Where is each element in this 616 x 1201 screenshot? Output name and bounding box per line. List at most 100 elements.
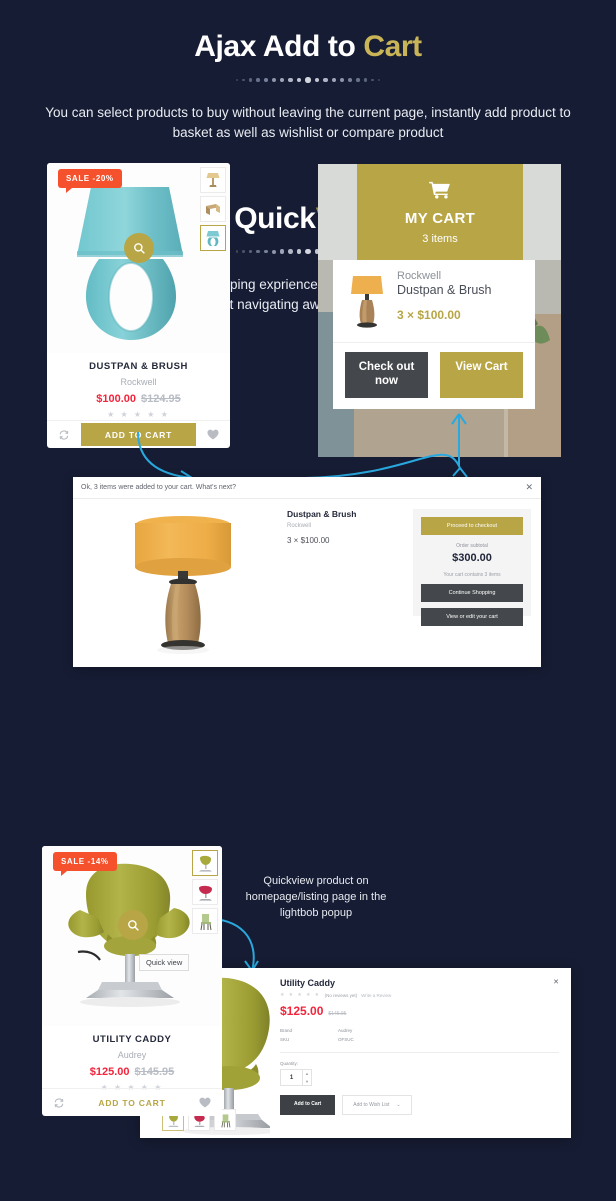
thumbnail-list[interactable] (200, 167, 226, 254)
quickview-add-to-cart-button[interactable]: Add to Cart (280, 1095, 336, 1116)
heart-icon-chair[interactable] (188, 1089, 222, 1116)
heart-icon[interactable] (196, 421, 230, 448)
cart-item-thumbnail[interactable] (341, 270, 393, 332)
product-card-lamp[interactable]: SALE -20% DUSTPAN & BRUSH Rockwell $100.… (47, 163, 230, 448)
cart-title: MY CART (404, 210, 476, 227)
write-review-link[interactable]: Write a Review (361, 993, 391, 998)
lamp-tan-thumb (206, 173, 220, 187)
rating-stars[interactable]: ★ ★ ★ ★ ★ (53, 410, 224, 419)
quickview-product-title: Utility Caddy (280, 978, 336, 988)
magnifier-icon[interactable] (124, 233, 154, 263)
wishlist-label: Add to Wish List (353, 1102, 390, 1109)
shopping-cart-icon (357, 181, 523, 202)
quickview-stars[interactable]: ★ ★ ★ ★ ★ (280, 992, 321, 998)
quantity-stepper[interactable]: 1 ▲ ▼ (280, 1069, 312, 1087)
chair-add-to-cart-button[interactable]: ADD TO CART (76, 1089, 188, 1116)
thumbnail-lamp-tan[interactable] (200, 167, 226, 193)
quickview-close-icon[interactable]: ✕ (553, 978, 559, 986)
thumbnail-chair-pink[interactable] (192, 879, 218, 905)
sku-label: SKU (280, 1036, 290, 1042)
chair-product-brand: Audrey (117, 1050, 147, 1060)
chair-thumbnail-list[interactable] (192, 850, 218, 937)
order-subtotal-value: $300.00 (452, 552, 492, 564)
dot-separator-1 (0, 75, 616, 85)
quickview-detail-panel: Utility Caddy ✕ ★ ★ ★ ★ ★ (No reviews ye… (270, 968, 571, 1138)
lightbox-message: Ok, 3 items were added to your cart. Wha… (81, 484, 237, 491)
stepper-decrement[interactable]: ▼ (303, 1078, 311, 1086)
product-card-chair[interactable]: SALE -14% UTILITY CADDY Audrey $125.00 $… (42, 846, 222, 1116)
quantity-value[interactable]: 1 (281, 1070, 302, 1085)
divider (280, 1052, 559, 1054)
cart-item-brand: Rockwell (397, 270, 442, 282)
close-icon[interactable]: ✕ (525, 482, 533, 493)
cart-item-info: Rockwell Dustpan & Brush 3 × $100.00 (393, 270, 492, 332)
mini-cart-panel[interactable]: MY CART 3 items Rockwell Dustpan & Brush… (318, 164, 561, 457)
continue-shopping-button[interactable]: Continue Shopping (421, 584, 523, 602)
brand-value[interactable]: Audrey (338, 1027, 352, 1036)
cart-item-price: 3 × $100.00 (397, 307, 461, 322)
title-part-accent: Cart (363, 30, 422, 63)
product-brand: Rockwell (120, 377, 157, 387)
wooden-stool-thumb (206, 204, 220, 215)
lightbox-product-info: Dustpan & Brush Rockwell 3 × $100.00 (283, 509, 413, 661)
old-price: $124.95 (141, 393, 181, 405)
product-info: DUSTPAN & BRUSH Rockwell $100.00 $124.95 … (47, 353, 230, 425)
thumbnail-chair-olive[interactable] (192, 850, 218, 876)
chair-product-actions: ADD TO CART (42, 1088, 222, 1116)
cart-item-name[interactable]: Dustpan & Brush (397, 283, 492, 299)
order-subtotal-label: Order subtotal (456, 543, 488, 549)
orange-table-lamp (135, 516, 231, 654)
thumbnail-lamp-teal[interactable] (200, 225, 226, 251)
quickview-price-row: $125.00 $145.95 (280, 1004, 559, 1018)
compare-icon[interactable] (47, 421, 81, 448)
ajax-section-subtitle: You can select products to buy without l… (45, 105, 571, 141)
cart-lightbox-popup[interactable]: Ok, 3 items were added to your cart. Wha… (73, 477, 541, 667)
thumbnail-chair-green[interactable] (192, 908, 218, 934)
view-cart-button[interactable]: View Cart (440, 352, 523, 398)
magnifier-icon-chair[interactable] (118, 910, 148, 940)
quickview-meta: Brand Audrey SKU OFSUC (280, 1027, 559, 1044)
chevron-down-icon: ⌄ (396, 1102, 401, 1109)
compare-icon-chair[interactable] (42, 1089, 76, 1116)
cart-header: MY CART 3 items (357, 164, 523, 260)
lightbox-body: Dustpan & Brush Rockwell 3 × $100.00 Pro… (73, 499, 541, 661)
quickview-current-price: $125.00 (280, 1004, 324, 1018)
sale-badge-chair: SALE -14% (53, 852, 117, 876)
cart-dropdown-body: Rockwell Dustpan & Brush 3 × $100.00 Che… (333, 260, 535, 409)
quickview-no-reviews: (No reviews yet) (324, 992, 358, 998)
quickview-old-price: $145.95 (328, 1011, 347, 1017)
proceed-to-checkout-button[interactable]: Proceed to checkout (421, 517, 523, 535)
brand-label: Brand (280, 1028, 293, 1033)
sku-row: SKU OFSUC (280, 1036, 559, 1045)
cart-contains-text: Your cart contains 3 items (443, 572, 501, 578)
chair-image-area[interactable]: SALE -14% (42, 846, 222, 1026)
product-name: DUSTPAN & BRUSH (89, 361, 188, 372)
add-to-wishlist-button[interactable]: Add to Wish List ⌄ (342, 1095, 412, 1116)
lightbox-summary-panel: Proceed to checkout Order subtotal $300.… (413, 509, 531, 626)
lamp-orange-thumb (351, 276, 383, 328)
lightbox-product-qty-price: 3 × $100.00 (287, 536, 330, 545)
product-price-row: $100.00 $124.95 (53, 393, 224, 405)
ajax-section-header: Ajax Add to Cart You can select products… (0, 0, 616, 144)
lightbox-header: Ok, 3 items were added to your cart. Wha… (73, 477, 541, 499)
cart-line-item[interactable]: Rockwell Dustpan & Brush 3 × $100.00 (333, 260, 535, 342)
thumbnail-wooden-stool[interactable] (200, 196, 226, 222)
sale-badge: SALE -20% (58, 169, 122, 193)
chair-old-price: $145.95 (134, 1066, 175, 1078)
quick-view-tooltip[interactable]: Quick view (139, 954, 190, 971)
product-image-area[interactable]: SALE -20% (47, 163, 230, 353)
stepper-increment[interactable]: ▲ (303, 1070, 311, 1078)
chair-pink-thumb (198, 885, 212, 901)
chair-olive-thumb (198, 855, 212, 872)
view-edit-cart-button[interactable]: View or edit your cart (421, 608, 523, 626)
current-price: $100.00 (96, 393, 136, 405)
stepper-buttons[interactable]: ▲ ▼ (302, 1070, 311, 1086)
page-title: Ajax Add to Cart (0, 32, 616, 62)
product-actions: ADD TO CART (47, 420, 230, 448)
chair-green-thumb (200, 913, 211, 930)
quickview-annotation: Quickview product on homepage/listing pa… (245, 875, 387, 919)
add-to-cart-button[interactable]: ADD TO CART (81, 423, 196, 446)
lightbox-product-name: Dustpan & Brush (287, 509, 357, 519)
chair-current-price: $125.00 (89, 1066, 130, 1078)
checkout-now-button[interactable]: Check out now (345, 352, 428, 398)
